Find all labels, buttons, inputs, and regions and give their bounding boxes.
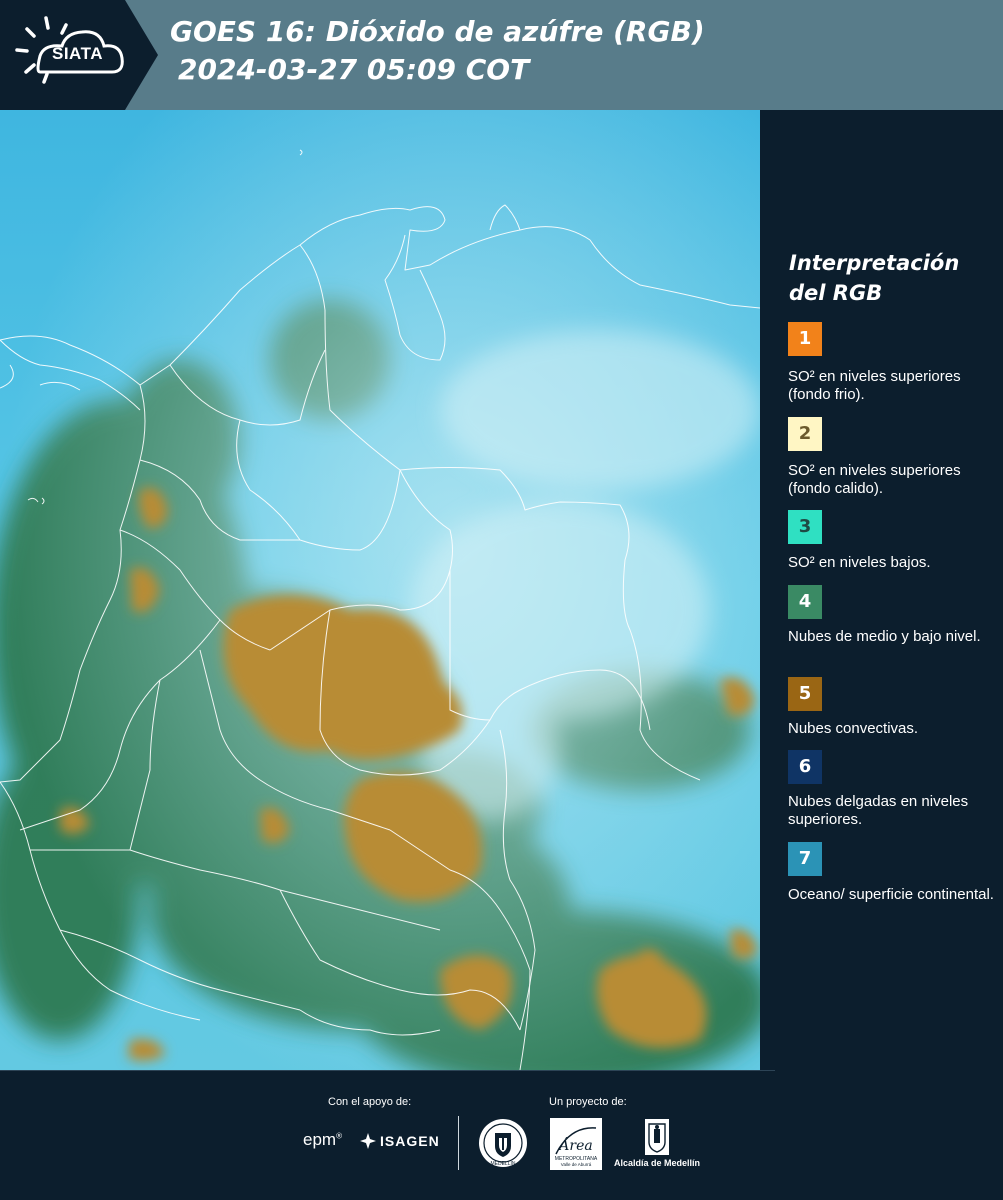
support-label: Con el apoyo de: — [328, 1096, 412, 1108]
page-timestamp: 2024-03-27 05:09 COT — [178, 53, 530, 86]
footer: Con el apoyo de: Un proyecto de: epm® IS… — [0, 1070, 1003, 1200]
legend-swatch-2: 2 — [788, 417, 822, 451]
legend-swatch-5: 5 — [788, 677, 822, 711]
satellite-rgb-image — [0, 110, 760, 1070]
epm-logo-text: epm — [303, 1130, 337, 1149]
project-label: Un proyecto de: — [549, 1096, 627, 1108]
isagen-logo-text: ISAGEN — [380, 1133, 440, 1149]
siata-logo[interactable]: SIATA — [0, 0, 158, 110]
isagen-star-icon — [360, 1133, 376, 1149]
legend-swatch-4: 4 — [788, 585, 822, 619]
legend-label-1: SO² en niveles superiores (fondo frio). — [788, 368, 961, 403]
footer-divider-line — [0, 1070, 775, 1071]
alcaldia-text: Alcaldía de Medellín — [613, 1158, 701, 1168]
legend-swatch-1: 1 — [788, 322, 822, 356]
page-title: GOES 16: Dióxido de azúfre (RGB) — [170, 15, 705, 48]
legend-title: Interpretación del RGB — [789, 251, 960, 305]
satellite-map[interactable] — [0, 110, 760, 1070]
area-logo-text: Área — [557, 1136, 592, 1154]
epm-logo[interactable]: epm® — [303, 1130, 342, 1150]
alcaldia-shield-icon — [645, 1119, 669, 1155]
siata-logo-text: SIATA — [52, 44, 103, 63]
legend-swatch-7: 7 — [788, 842, 822, 876]
area-metropolitana-logo[interactable]: Área METROPOLITANA Valle de Aburrá — [550, 1118, 602, 1170]
legend-label-3: SO² en niveles bajos. — [788, 554, 931, 571]
area-logo-sub2: Valle de Aburrá — [561, 1162, 592, 1167]
legend-label-4: Nubes de medio y bajo nivel. — [788, 628, 981, 645]
legend-swatch-6: 6 — [788, 750, 822, 784]
legend-label-5: Nubes convectivas. — [788, 720, 919, 737]
legend-label-6: Nubes delgadas en niveles superiores. — [788, 793, 969, 828]
legend-label-7: Oceano/ superficie continental. — [788, 886, 994, 903]
isagen-logo[interactable]: ISAGEN — [360, 1133, 440, 1149]
legend-swatch-3: 3 — [788, 510, 822, 544]
medellin-seal-icon[interactable]: MEDELLÍN — [478, 1118, 528, 1168]
footer-vertical-divider — [458, 1116, 459, 1170]
alcaldia-medellin-logo[interactable]: Alcaldía de Medellín — [612, 1118, 702, 1168]
seal-text: MEDELLÍN — [490, 1160, 515, 1167]
header-bar: SIATA GOES 16: Dióxido de azúfre (RGB) 2… — [0, 0, 1003, 110]
legend-label-2: SO² en niveles superiores (fondo calido)… — [788, 462, 961, 497]
legend-panel: Interpretación del RGB 1 SO² en niveles … — [760, 110, 1003, 1070]
